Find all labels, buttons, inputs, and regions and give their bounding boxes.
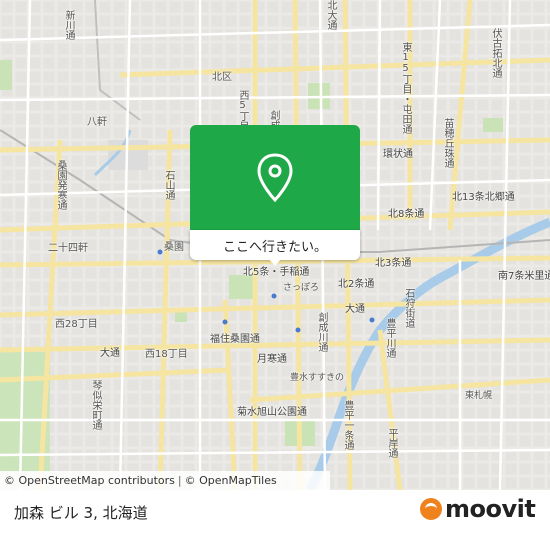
map-label-nijuyonken: 二十四軒 (48, 243, 88, 254)
map-label-toyohira2: 豊平一条通 (342, 400, 353, 450)
map-label-kanjo-dori: 環状通 (383, 149, 413, 160)
map-label-shinkawa: 新川通 (63, 10, 74, 40)
map-label-odori: 大通 (345, 304, 365, 315)
map-label-kita-ku: 北区 (212, 72, 232, 83)
map-label-nishi18: 西18丁目 (145, 349, 188, 360)
attribution-separator: | (177, 474, 182, 487)
map-label-higashi15: 東15丁目・屯田通 (400, 42, 411, 134)
map-label-kita8jo: 北8条通 (388, 209, 425, 220)
go-here-button[interactable]: ここへ行きたい。 (190, 230, 360, 260)
map-label-heiwa: 平岸通 (386, 428, 397, 458)
map-label-kotoni: 琴似栄町通 (90, 380, 101, 430)
map-attribution: © OpenStreetMap contributors | © OpenMap… (0, 471, 330, 490)
map-label-kita3jo: 北3条通 (375, 258, 412, 269)
map-label-kuwazono-hassamu: 桑園発寒通 (55, 160, 66, 210)
popup-header[interactable] (190, 125, 360, 230)
osm-attribution-link[interactable]: © OpenStreetMap contributors (4, 474, 175, 487)
map-label-ishikari: 石狩街道 (403, 288, 414, 328)
map-label-sapporo: さっぽろ (283, 283, 320, 293)
map-label-tsukisamu: 月寒通 (257, 354, 287, 365)
map-label-ishiyama: 石山通 (163, 170, 174, 200)
map-label-kita13jo: 北13条北郷通 (452, 192, 515, 203)
map-label-kita-toho: 北大通 (325, 0, 336, 30)
moovit-logo[interactable]: moovit (420, 495, 536, 523)
map-label-kikusui: 菊水旭山公園通 (237, 407, 307, 418)
map-label-fukko: 伏古拓北通 (490, 28, 501, 78)
map-label-kita2jo: 北2条通 (338, 279, 375, 290)
destination-popup[interactable]: ここへ行きたい。 (190, 125, 360, 266)
map-label-fukuzumi: 福住桑園通 (210, 334, 260, 345)
popup-tail (269, 259, 281, 266)
map-label-hachiken: 八軒 (87, 117, 107, 128)
map-label-sosei-south: 創成川通 (316, 312, 327, 352)
map-label-odori-west: 大通 (100, 348, 120, 359)
map-label-naebo: 苗穂丘珠通 (442, 118, 453, 168)
moovit-logo-icon (420, 498, 442, 520)
location-pin-icon (257, 153, 293, 203)
map-label-toyohira: 豊平川通 (384, 318, 395, 358)
map-label-kita5jo: 北5条・手稲通 (243, 267, 310, 278)
map-label-minami7jo: 南7条米里通 (498, 271, 550, 282)
map-canvas[interactable]: 北区 さっぽろ 北5条・手稲通 北3条通 北2条通 北8条通 北13条北郷通 環… (0, 0, 550, 490)
map-label-higashi-sapporo: 東札幌 (465, 391, 493, 401)
moovit-logo-text: moovit (445, 495, 536, 523)
map-label-kuwazono: 桑園 (164, 242, 184, 253)
map-label-toyohira-susukino: 豊水すすきの (290, 373, 345, 383)
place-name: 加森 ビル 3, 北海道 (14, 504, 148, 522)
map-label-nishi28: 西28丁目 (55, 319, 98, 330)
omt-attribution-link[interactable]: © OpenMapTiles (185, 474, 277, 487)
footer: 加森 ビル 3, 北海道 moovit (0, 490, 550, 550)
